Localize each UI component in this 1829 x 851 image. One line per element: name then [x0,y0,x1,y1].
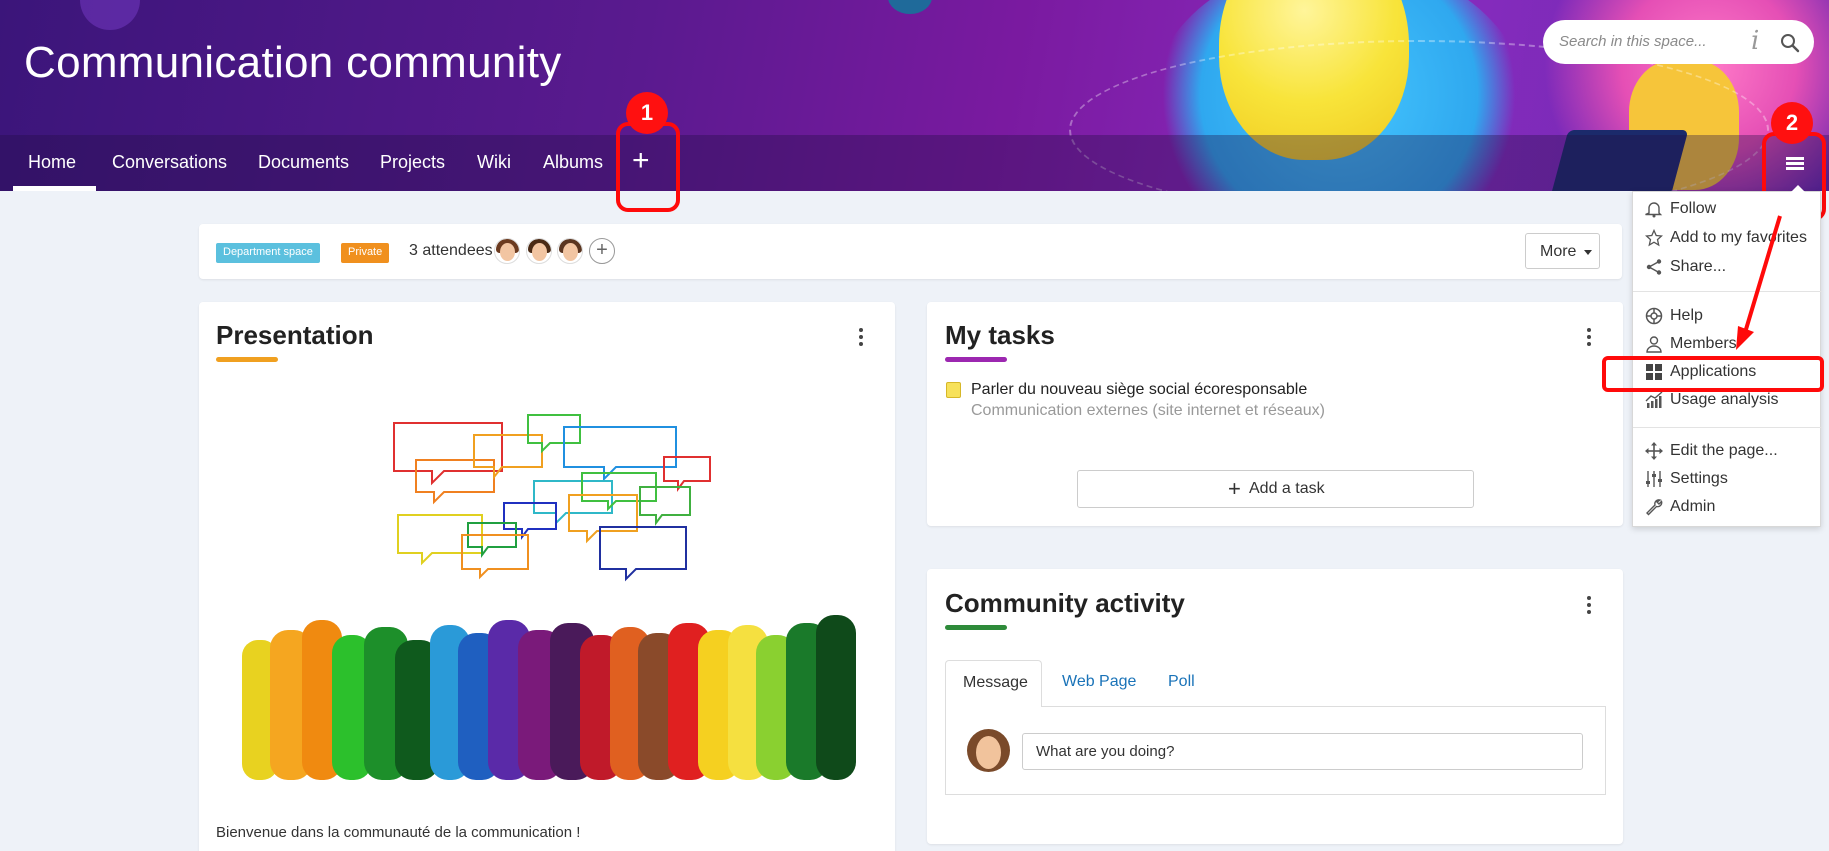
menu-item-label: Members [1670,335,1737,352]
private-tag: Private [341,243,390,263]
annotation-number-1: 1 [626,92,668,134]
menu-item-label: Share... [1670,258,1727,275]
tab-message-label: Message [963,674,1028,691]
menu-item-members[interactable]: Members [1633,332,1822,356]
kebab-menu-icon[interactable] [1586,596,1592,614]
presentation-title: Presentation [216,320,374,350]
wrench-icon [1645,498,1663,516]
activity-title: Community activity [945,588,1185,618]
menu-item-label: Settings [1670,470,1728,487]
share-icon [1645,258,1663,276]
space-navbar: Home Conversations Documents Projects Wi… [0,135,1829,191]
tab-poll[interactable]: Poll [1168,673,1195,691]
status-input[interactable]: What are you doing? [1022,733,1583,770]
bell-icon [1645,200,1663,218]
search-placeholder: Search in this space... [1559,33,1707,50]
speech-bubbles-illustration [393,414,711,582]
tab-web-page[interactable]: Web Page [1062,673,1136,691]
menu-item-label: Edit the page... [1670,442,1778,459]
space-banner: Communication community Search in this s… [0,0,1829,191]
kebab-menu-icon[interactable] [1586,328,1592,346]
more-label: More [1540,243,1577,260]
search-input[interactable]: Search in this space... i [1543,20,1814,64]
title-underline [216,357,278,362]
attendees-count[interactable]: 3 attendees [409,242,493,260]
caret-down-icon [1584,250,1592,255]
tab-albums[interactable]: Albums [543,152,603,173]
task-project[interactable]: Communication externes (site internet et… [971,402,1325,420]
tab-wiki[interactable]: Wiki [477,152,511,173]
chart-icon [1645,391,1663,409]
menu-item-label: Help [1670,307,1703,324]
avatar[interactable] [526,238,552,264]
annotation-number-2: 2 [1771,102,1813,144]
search-icon[interactable] [1779,32,1801,54]
top-badge[interactable] [888,0,932,14]
add-attendee-button[interactable]: + [589,238,615,264]
info-icon[interactable]: i [1751,26,1759,56]
tab-message[interactable]: Message [945,660,1042,707]
menu-item-edit-page[interactable]: Edit the page... [1633,439,1822,463]
menu-divider [1633,291,1822,292]
people-silhouettes-illustration [242,615,856,780]
annotation-box-applications [1602,356,1824,392]
annotation-box-1 [616,122,680,212]
menu-item-admin[interactable]: Admin [1633,495,1822,519]
menu-item-share[interactable]: Share... [1633,255,1822,279]
sliders-icon [1645,470,1663,488]
lifebuoy-icon [1645,307,1663,325]
menu-divider [1633,427,1822,428]
department-space-tag: Department space [216,243,320,263]
menu-item-add-favorites[interactable]: Add to my favorites [1633,226,1822,250]
tab-conversations[interactable]: Conversations [112,152,227,173]
annotation-arrow [1736,215,1782,350]
welcome-text: Bienvenue dans la communauté de la commu… [216,824,581,841]
task-title[interactable]: Parler du nouveau siège social écorespon… [971,381,1307,399]
banner-decoration [80,0,140,30]
note-icon [946,382,961,398]
title-underline [945,357,1007,362]
community-title: Communication community [24,38,562,87]
menu-item-label: Admin [1670,498,1716,515]
add-task-label: Add a task [1249,480,1325,497]
title-underline [945,625,1007,630]
avatar[interactable] [557,238,583,264]
person-icon [1645,335,1663,353]
tab-projects[interactable]: Projects [380,152,445,173]
star-icon [1645,229,1663,247]
menu-item-label: Usage analysis [1670,391,1779,408]
active-tab-indicator [13,186,96,191]
tab-home[interactable]: Home [28,152,76,173]
menu-item-settings[interactable]: Settings [1633,467,1822,491]
more-dropdown-button[interactable]: More [1525,233,1600,269]
kebab-menu-icon[interactable] [858,328,864,346]
tab-documents[interactable]: Documents [258,152,349,173]
plus-icon: + [1228,476,1241,501]
move-icon [1645,442,1663,460]
tasks-title: My tasks [945,320,1055,350]
status-placeholder: What are you doing? [1036,743,1175,760]
avatar[interactable] [494,238,520,264]
add-task-button[interactable]: + Add a task [1077,470,1474,508]
menu-item-help[interactable]: Help [1633,304,1822,328]
menu-item-follow[interactable]: Follow [1633,197,1822,221]
avatar [967,729,1010,772]
menu-item-label: Follow [1670,200,1717,217]
